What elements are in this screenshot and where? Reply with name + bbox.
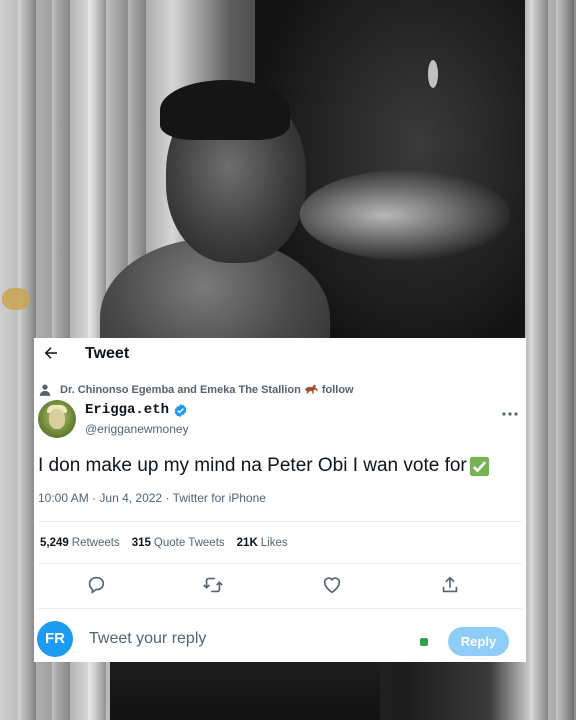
- man-lower-body: [110, 655, 380, 720]
- tweet-card: Tweet Dr. Chinonso Egemba and Emeka The …: [34, 338, 526, 662]
- stat-retweets[interactable]: 5,249 Retweets: [40, 537, 120, 549]
- stat-quote-tweets[interactable]: 315 Quote Tweets: [132, 537, 225, 549]
- reply-button[interactable]: Reply: [448, 627, 509, 656]
- like-icon[interactable]: [321, 574, 343, 596]
- back-arrow-icon[interactable]: [40, 344, 62, 366]
- light-streak: [428, 60, 438, 88]
- avatar-face: [49, 409, 65, 429]
- stat-label: Retweets: [71, 537, 120, 549]
- tweet-header: Tweet: [34, 338, 526, 372]
- author-name-text: Erigga.eth: [85, 402, 170, 418]
- social-context-names: Dr. Chinonso Egemba and Emeka The Stalli…: [60, 384, 301, 396]
- tweet-stats: 5,249 Retweets 315 Quote Tweets 21K Likes: [40, 537, 300, 549]
- check-mark-emoji-icon: [469, 456, 489, 476]
- divider: [38, 563, 522, 564]
- retweet-icon[interactable]: [202, 574, 224, 596]
- light-reflection: [2, 288, 30, 310]
- stat-label: Quote Tweets: [153, 537, 225, 549]
- reply-avatar: FR: [37, 621, 73, 657]
- stat-label: Likes: [260, 537, 288, 549]
- tweet-date[interactable]: Jun 4, 2022: [99, 491, 162, 505]
- stat-count: 21K: [236, 537, 258, 549]
- person-icon: [39, 384, 51, 396]
- stat-likes[interactable]: 21K Likes: [237, 537, 288, 549]
- reply-icon[interactable]: [85, 574, 107, 596]
- verified-badge-icon: [174, 403, 187, 417]
- curtain-fold: [530, 0, 548, 720]
- author-avatar[interactable]: [38, 400, 76, 438]
- stat-count: 5,249: [40, 537, 69, 549]
- share-icon[interactable]: [439, 574, 461, 596]
- curtain-fold: [556, 0, 574, 720]
- more-icon[interactable]: [502, 404, 518, 420]
- author-handle[interactable]: @erigganewmoney: [85, 422, 189, 436]
- divider: [38, 608, 522, 609]
- man-hair: [160, 80, 290, 140]
- page-title: Tweet: [85, 345, 130, 362]
- tweet-source[interactable]: Twitter for iPhone: [173, 491, 266, 505]
- status-dot: [420, 638, 428, 646]
- social-context[interactable]: Dr. Chinonso Egemba and Emeka The Stalli…: [38, 382, 354, 398]
- tweet-text: I don make up my mind na Peter Obi I wan…: [38, 455, 467, 476]
- smoke-cloud: [300, 170, 510, 260]
- tweet-meta: 10:00 AM · Jun 4, 2022 · Twitter for iPh…: [38, 491, 266, 505]
- horse-icon: [304, 383, 319, 397]
- author-name[interactable]: Erigga.eth: [85, 402, 188, 418]
- reply-input[interactable]: Tweet your reply: [89, 630, 206, 648]
- meta-separator: ·: [92, 491, 97, 505]
- tweet-time[interactable]: 10:00 AM: [38, 491, 89, 505]
- tweet-body: I don make up my mind na Peter Obi I wan…: [38, 455, 490, 477]
- meta-separator: ·: [165, 491, 170, 505]
- stat-count: 315: [131, 537, 151, 549]
- tweet-actions: [34, 574, 526, 596]
- social-context-follow: follow: [321, 384, 354, 396]
- divider: [38, 521, 522, 522]
